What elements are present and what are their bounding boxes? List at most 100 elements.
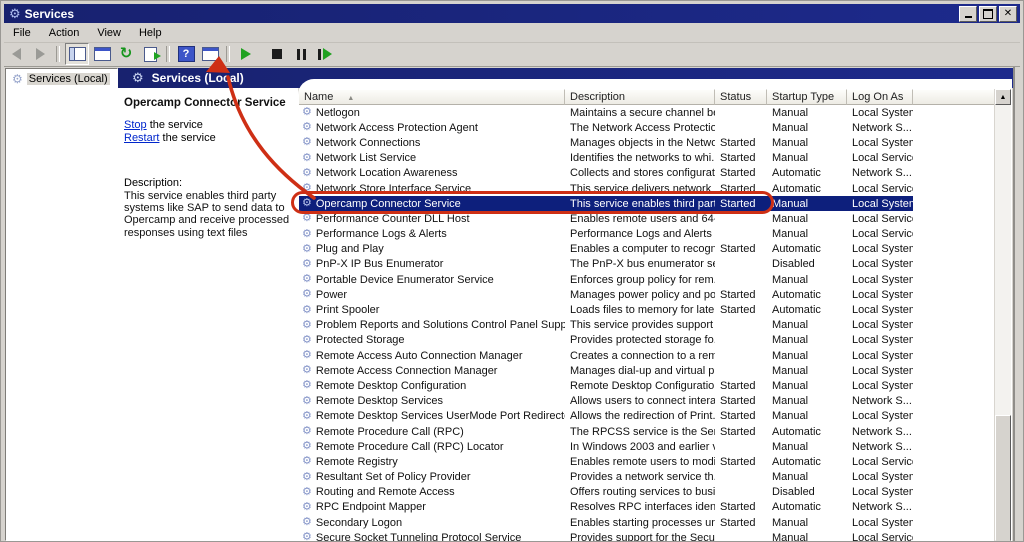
column-header-startup-type[interactable]: Startup Type (767, 89, 847, 105)
service-status: Started (715, 183, 767, 195)
table-row[interactable]: ⚙Network Access Protection Agent The Net… (299, 120, 995, 135)
title-bar: ⚙ Services ✕ (4, 4, 1020, 23)
restart-service-button[interactable] (314, 44, 336, 64)
service-gear-icon: ⚙ (302, 198, 312, 209)
restart-line-text: the service (159, 132, 215, 144)
export-list-icon (144, 47, 157, 62)
table-row[interactable]: ⚙Problem Reports and Solutions Control P… (299, 318, 995, 333)
show-window-icon (202, 47, 219, 61)
service-startup-type: Manual (767, 532, 847, 541)
export-list-button[interactable] (139, 44, 161, 64)
table-row[interactable]: ⚙RPC Endpoint Mapper Resolves RPC interf… (299, 500, 995, 515)
table-row[interactable]: ⚙Print Spooler Loads files to memory for… (299, 302, 995, 317)
vertical-scrollbar[interactable]: ▲ (994, 89, 1011, 541)
service-startup-type: Automatic (767, 426, 847, 438)
toolbar-separator (166, 46, 170, 62)
table-row[interactable]: ⚙Remote Access Auto Connection Manager C… (299, 348, 995, 363)
service-log-on-as: Local System (847, 304, 913, 316)
table-row[interactable]: ⚙Remote Desktop Services UserMode Port R… (299, 409, 995, 424)
show-console-tree-button[interactable] (65, 43, 89, 65)
table-row[interactable]: ⚙Network List Service Identifies the net… (299, 151, 995, 166)
table-row[interactable]: ⚙Resultant Set of Policy Provider Provid… (299, 470, 995, 485)
column-header-log-on-as[interactable]: Log On As (847, 89, 913, 105)
services-gear-icon: ⚙ (9, 7, 21, 20)
table-row[interactable]: ⚙Portable Device Enumerator Service Enfo… (299, 272, 995, 287)
minimize-button[interactable] (959, 6, 977, 22)
service-gear-icon: ⚙ (302, 183, 312, 194)
service-status: Started (715, 289, 767, 301)
menu-help[interactable]: Help (130, 25, 171, 41)
service-log-on-as: Local Service (847, 152, 913, 164)
service-log-on-as: Local System (847, 334, 913, 346)
service-gear-icon: ⚙ (302, 487, 312, 498)
table-row[interactable]: ⚙Opercamp Connector Service This service… (299, 196, 913, 211)
table-row[interactable]: ⚙Remote Procedure Call (RPC) Locator In … (299, 439, 995, 454)
table-row[interactable]: ⚙Remote Access Connection Manager Manage… (299, 363, 995, 378)
pause-service-button[interactable] (290, 44, 312, 64)
menu-file[interactable]: File (4, 25, 40, 41)
service-gear-icon: ⚙ (302, 122, 312, 133)
service-name: Netlogon (316, 107, 360, 119)
service-description: Allows the redirection of Print... (565, 410, 715, 422)
start-service-button[interactable] (235, 44, 257, 64)
services-list-panel: Name▲ Description Status Startup Type Lo… (298, 79, 1012, 541)
service-name: Network Store Interface Service (316, 183, 471, 195)
table-row[interactable]: ⚙Remote Procedure Call (RPC) The RPCSS s… (299, 424, 995, 439)
service-gear-icon: ⚙ (302, 320, 312, 331)
menu-view[interactable]: View (88, 25, 130, 41)
show-window-button[interactable] (199, 44, 221, 64)
menu-action[interactable]: Action (40, 25, 89, 41)
table-row[interactable]: ⚙Network Location Awareness Collects and… (299, 166, 995, 181)
table-row[interactable]: ⚙Remote Desktop Configuration Remote Des… (299, 378, 995, 393)
table-row[interactable]: ⚙Performance Counter DLL Host Enables re… (299, 211, 995, 226)
stop-service-button[interactable] (266, 44, 288, 64)
service-log-on-as: Local System (847, 243, 913, 255)
service-log-on-as: Network S... (847, 122, 913, 134)
service-gear-icon: ⚙ (302, 532, 312, 541)
maximize-button[interactable] (979, 6, 997, 22)
back-button[interactable] (5, 44, 27, 64)
service-gear-icon: ⚙ (302, 153, 312, 164)
scrollbar-thumb[interactable] (995, 415, 1011, 541)
table-row[interactable]: ⚙Network Connections Manages objects in … (299, 135, 995, 150)
restart-service-link[interactable]: Restart (124, 132, 159, 144)
banner-title: Services (Local) (152, 71, 244, 85)
service-name: Remote Access Connection Manager (316, 365, 498, 377)
table-row[interactable]: ⚙PnP-X IP Bus Enumerator The PnP-X bus e… (299, 257, 995, 272)
service-gear-icon: ⚙ (302, 456, 312, 467)
service-description: Maintains a secure channel be... (565, 107, 715, 119)
close-button[interactable]: ✕ (999, 6, 1017, 22)
service-name: Resultant Set of Policy Provider (316, 471, 471, 483)
table-row[interactable]: ⚙Secondary Logon Enables starting proces… (299, 515, 995, 530)
properties-button[interactable] (91, 44, 113, 64)
service-log-on-as: Local Service (847, 213, 913, 225)
column-header-status[interactable]: Status (715, 89, 767, 105)
service-name: Remote Access Auto Connection Manager (316, 350, 523, 362)
forward-button[interactable] (29, 44, 51, 64)
service-gear-icon: ⚙ (302, 365, 312, 376)
table-row[interactable]: ⚙Secure Socket Tunneling Protocol Servic… (299, 530, 995, 541)
table-row[interactable]: ⚙Power Manages power policy and po... St… (299, 287, 995, 302)
service-startup-type: Disabled (767, 486, 847, 498)
table-row[interactable]: ⚙Network Store Interface Service This se… (299, 181, 995, 196)
menu-bar: File Action View Help (4, 24, 1020, 43)
help-button[interactable]: ? (175, 44, 197, 64)
service-name: PnP-X IP Bus Enumerator (316, 258, 444, 270)
stop-service-link[interactable]: Stop (124, 119, 147, 131)
table-row[interactable]: ⚙Protected Storage Provides protected st… (299, 333, 995, 348)
table-row[interactable]: ⚙Remote Desktop Services Allows users to… (299, 394, 995, 409)
scroll-up-button[interactable]: ▲ (995, 89, 1011, 105)
services-gear-icon: ⚙ (132, 70, 144, 86)
refresh-button[interactable]: ↻ (115, 44, 137, 64)
service-status: Started (715, 517, 767, 529)
table-row[interactable]: ⚙Remote Registry Enables remote users to… (299, 454, 995, 469)
table-row[interactable]: ⚙Netlogon Maintains a secure channel be.… (299, 105, 995, 120)
table-row[interactable]: ⚙Plug and Play Enables a computer to rec… (299, 242, 995, 257)
table-row[interactable]: ⚙Performance Logs & Alerts Performance L… (299, 227, 995, 242)
table-row[interactable]: ⚙Routing and Remote Access Offers routin… (299, 485, 995, 500)
column-header-name[interactable]: Name▲ (299, 89, 565, 105)
tree-item-services-local[interactable]: ⚙ Services (Local) (8, 72, 115, 86)
service-startup-type: Automatic (767, 183, 847, 195)
service-startup-type: Manual (767, 365, 847, 377)
column-header-description[interactable]: Description (565, 89, 715, 105)
